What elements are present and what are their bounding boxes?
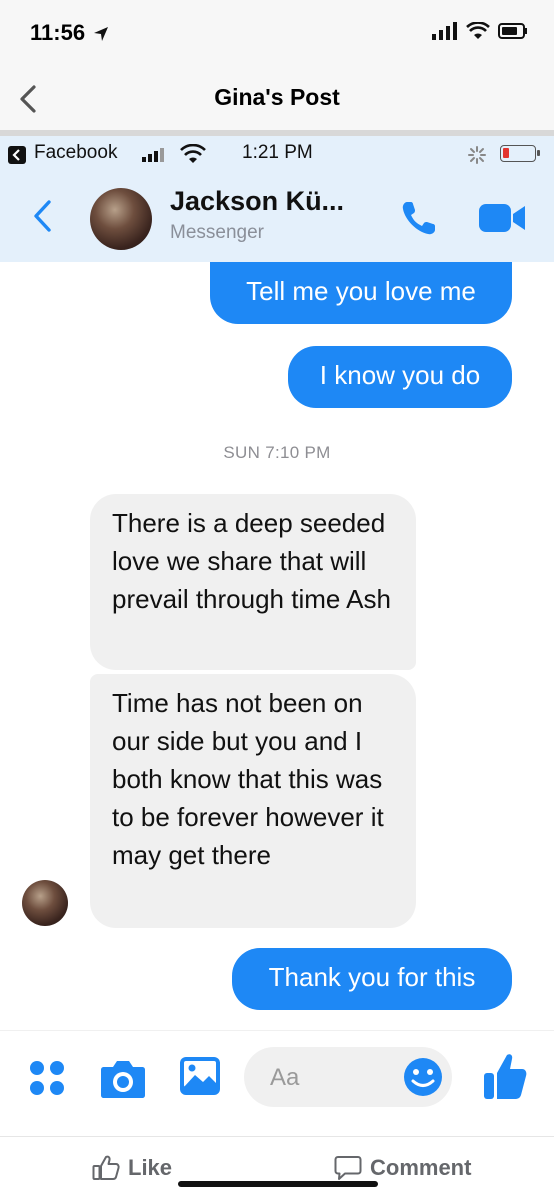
messenger-header: Facebook 1:21 PM Jackson Kü... Messenger bbox=[0, 136, 554, 262]
camera-icon[interactable] bbox=[100, 1057, 146, 1099]
contact-name[interactable]: Jackson Kü... bbox=[170, 186, 344, 217]
message-composer bbox=[0, 1030, 554, 1137]
inner-battery-icon bbox=[500, 145, 540, 162]
thumbs-up-icon[interactable] bbox=[482, 1051, 528, 1101]
message-input-container[interactable] bbox=[244, 1047, 452, 1107]
like-button[interactable]: Like bbox=[92, 1155, 172, 1181]
activity-spinner-icon bbox=[468, 146, 486, 164]
video-call-icon[interactable] bbox=[477, 200, 527, 236]
like-icon bbox=[92, 1155, 120, 1180]
home-indicator bbox=[178, 1181, 378, 1187]
message-bubble-outgoing[interactable]: Tell me you love me bbox=[210, 262, 512, 324]
inner-wifi-icon bbox=[180, 144, 206, 163]
message-bubble-incoming[interactable]: There is a deep seeded love we share tha… bbox=[90, 494, 416, 670]
message-input[interactable] bbox=[268, 1059, 392, 1097]
back-to-app-label[interactable]: Facebook bbox=[34, 142, 117, 164]
os-status-bar: 11:56 bbox=[0, 0, 554, 68]
chat-back-icon[interactable] bbox=[30, 198, 54, 234]
page-title: Gina's Post bbox=[214, 84, 340, 110]
back-to-app-icon[interactable] bbox=[8, 146, 26, 164]
phone-icon[interactable] bbox=[397, 196, 441, 240]
wifi-icon bbox=[466, 22, 490, 39]
battery-icon bbox=[498, 23, 527, 39]
comment-label: Comment bbox=[370, 1155, 472, 1180]
avatar[interactable] bbox=[90, 188, 152, 250]
contact-subtitle: Messenger bbox=[170, 222, 264, 243]
like-label: Like bbox=[128, 1155, 173, 1180]
message-bubble-outgoing[interactable]: Thank you for this bbox=[232, 948, 512, 1010]
more-apps-icon[interactable] bbox=[28, 1059, 66, 1097]
gallery-icon[interactable] bbox=[178, 1055, 222, 1097]
os-clock: 11:56 bbox=[30, 20, 86, 45]
inner-status-bar: Facebook 1:21 PM bbox=[0, 136, 554, 172]
location-arrow-icon bbox=[94, 27, 108, 41]
inner-signal-icon bbox=[142, 148, 164, 162]
sender-avatar bbox=[22, 880, 68, 926]
post-action-bar: Like Comment bbox=[0, 1136, 554, 1201]
cellular-signal-icon bbox=[432, 22, 457, 40]
message-bubble-outgoing[interactable]: I know you do bbox=[288, 346, 512, 408]
message-bubble-incoming[interactable]: Time has not been on our side but you an… bbox=[90, 674, 416, 928]
emoji-icon[interactable] bbox=[402, 1056, 444, 1098]
comment-button[interactable]: Comment bbox=[334, 1155, 471, 1181]
outer-nav-bar: Gina's Post bbox=[0, 68, 554, 131]
conversation-timestamp: SUN 7:10 PM bbox=[223, 443, 331, 462]
comment-icon bbox=[334, 1156, 362, 1180]
inner-clock: 1:21 PM bbox=[242, 142, 313, 163]
